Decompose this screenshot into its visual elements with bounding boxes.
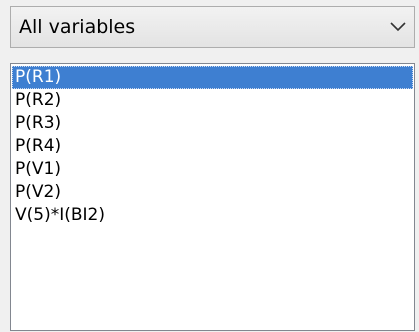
list-item[interactable]: P(R1) (12, 66, 413, 89)
list-item[interactable]: V(5)*I(BI2) (12, 204, 413, 227)
variables-list[interactable]: P(R1) P(R2) P(R3) P(R4) P(V1) P(V2) V(5)… (10, 63, 415, 331)
list-item[interactable]: P(V1) (12, 158, 413, 181)
list-item[interactable]: P(R3) (12, 112, 413, 135)
variable-filter-dropdown[interactable]: All variables (10, 6, 415, 48)
variable-filter-value: All variables (19, 16, 136, 38)
list-item[interactable]: P(R2) (12, 89, 413, 112)
list-item[interactable]: P(R4) (12, 135, 413, 158)
list-item[interactable]: P(V2) (12, 181, 413, 204)
chevron-down-icon[interactable] (382, 7, 414, 47)
